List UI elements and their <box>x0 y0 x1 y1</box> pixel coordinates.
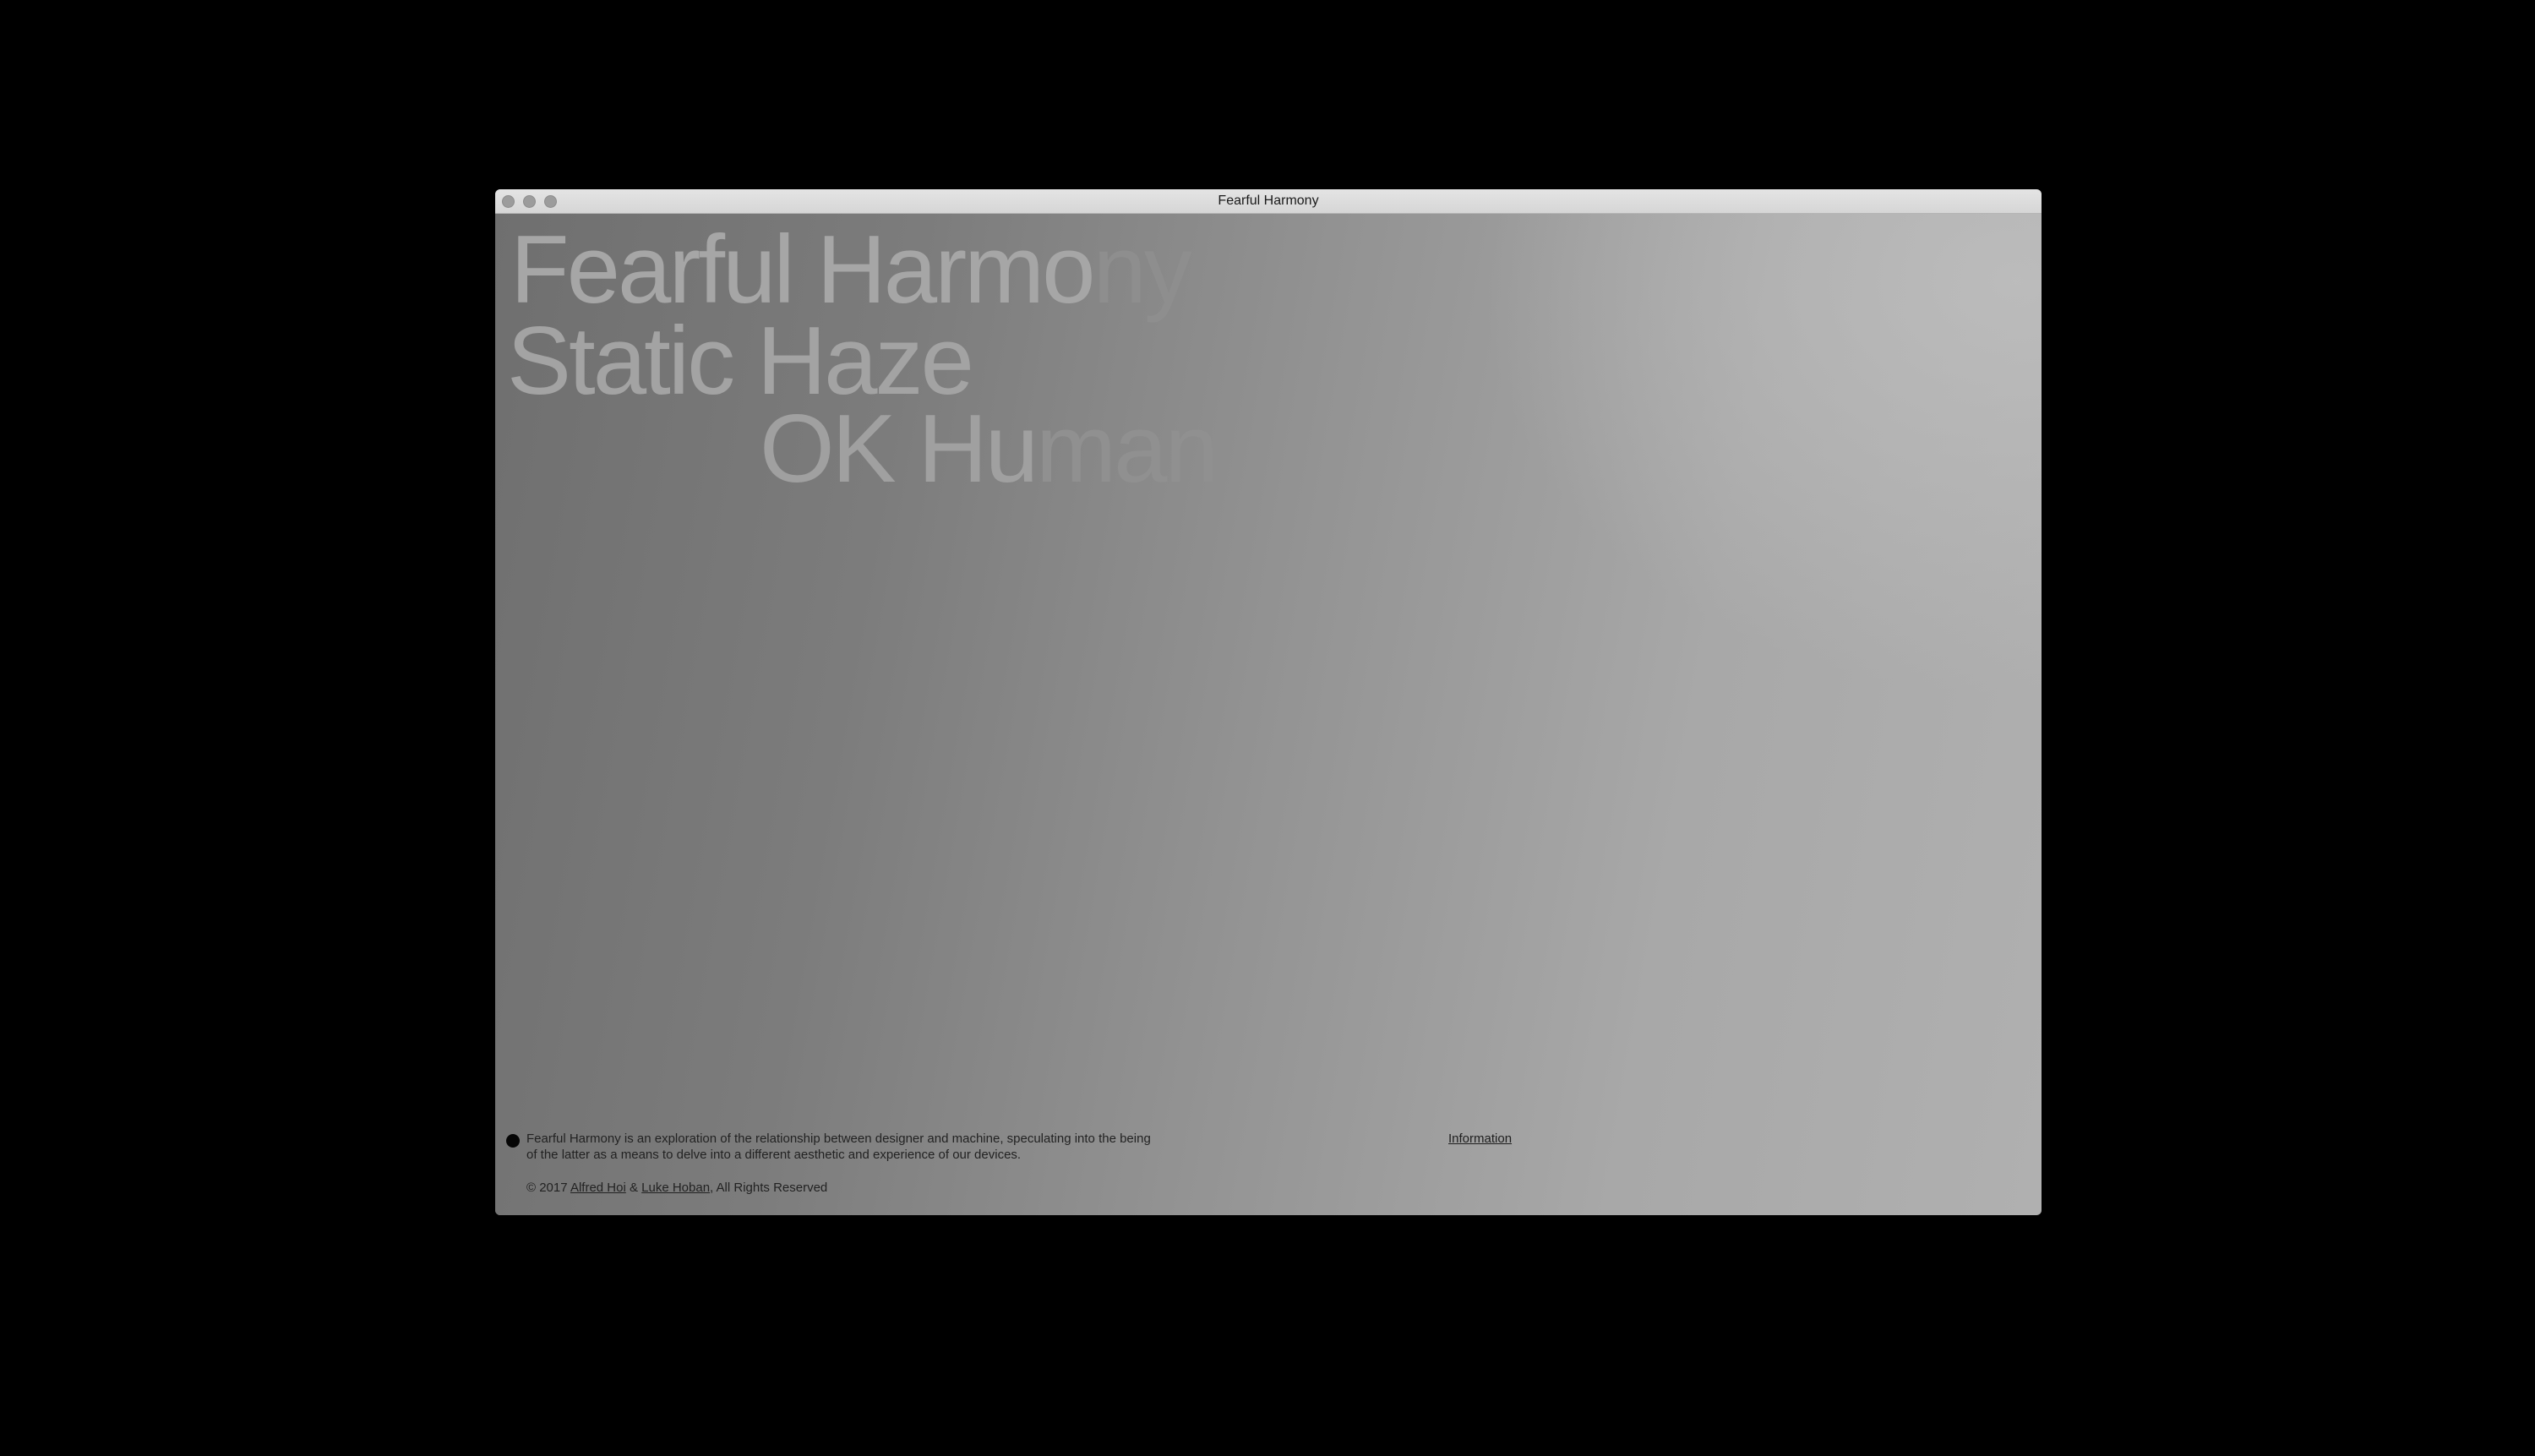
headline-ok-human[interactable]: OK Human <box>760 401 1218 498</box>
copyright-notice: © 2017 Alfred Hoi & Luke Hoban, All Righ… <box>526 1180 827 1196</box>
description-line-2: of the latter as a means to delve into a… <box>526 1148 1022 1162</box>
description-line-1: Fearful Harmony is an exploration of the… <box>526 1132 1151 1146</box>
window-titlebar: Fearful Harmony <box>495 189 2042 214</box>
copyright-prefix: © 2017 <box>526 1181 570 1195</box>
information-link[interactable]: Information <box>1448 1131 1512 1147</box>
author-separator: & <box>625 1181 642 1195</box>
author-link-alfred-hoi[interactable]: Alfred Hoi <box>570 1181 626 1195</box>
browser-window: Fearful Harmony Fearful Harmony Static H… <box>495 189 2042 1215</box>
page-footer: Fearful Harmony is an exploration of the… <box>495 1131 2042 1215</box>
copyright-suffix: , All Rights Reserved <box>710 1181 828 1195</box>
author-link-luke-hoban[interactable]: Luke Hoban <box>641 1181 710 1195</box>
project-description: Fearful Harmony is an exploration of the… <box>526 1131 1202 1163</box>
headline-fearful-harmony[interactable]: Fearful Harmony <box>510 222 1192 319</box>
bullet-dot-icon <box>506 1134 520 1148</box>
page-content: Fearful Harmony Static Haze OK Human Fea… <box>495 214 2042 1215</box>
headline-fearful-harmony-faded: ny <box>1093 216 1192 324</box>
window-title: Fearful Harmony <box>1218 194 1319 208</box>
headline-ok-human-text: OK Hu <box>760 395 1039 503</box>
headline-ok-human-faded: man <box>1036 395 1218 503</box>
